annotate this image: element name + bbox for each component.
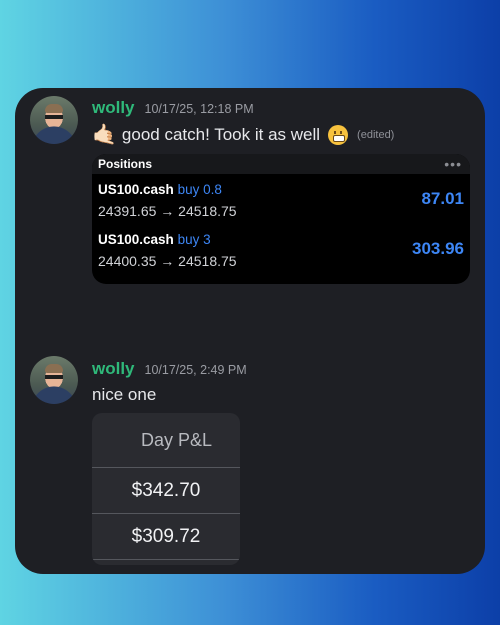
position-row: US100.cash buy 0.8 24391.65 → 24518.75 8… xyxy=(92,174,470,224)
avatar[interactable] xyxy=(30,96,78,144)
message-header: wolly 10/17/25, 12:18 PM xyxy=(92,98,254,118)
position-side: buy 0.8 xyxy=(177,182,222,197)
chat-card: wolly 10/17/25, 12:18 PM 🤙🏻 good catch! … xyxy=(15,88,485,574)
avatar[interactable] xyxy=(30,356,78,404)
message-text-line: nice one xyxy=(92,385,156,405)
position-pl: 87.01 xyxy=(421,189,464,208)
call-me-hand-emoji-icon: 🤙🏻 xyxy=(92,124,117,146)
day-pl-value: $342.70 xyxy=(92,468,240,514)
position-symbol: US100.cash buy 3 xyxy=(98,232,211,247)
position-row: US100.cash buy 3 24400.35 → 24518.75 303… xyxy=(92,224,470,274)
position-symbol: US100.cash buy 0.8 xyxy=(98,182,222,197)
timestamp: 10/17/25, 12:18 PM xyxy=(144,102,254,116)
positions-header: Positions ••• xyxy=(92,154,470,174)
positions-title: Positions xyxy=(98,157,153,171)
position-side: buy 3 xyxy=(177,232,211,247)
timestamp: 10/17/25, 2:49 PM xyxy=(144,363,247,377)
username[interactable]: wolly xyxy=(92,98,135,118)
positions-screenshot[interactable]: Positions ••• US100.cash buy 0.8 24391.6… xyxy=(92,154,470,284)
username[interactable]: wolly xyxy=(92,359,135,379)
day-pl-screenshot[interactable]: Day P&L $342.70 $309.72 xyxy=(92,413,240,565)
day-pl-value: $309.72 xyxy=(92,514,240,560)
day-pl-header: Day P&L xyxy=(92,413,240,468)
more-dots-icon: ••• xyxy=(444,156,462,172)
position-pl: 303.96 xyxy=(412,239,464,258)
message-text: nice one xyxy=(92,385,157,404)
message-header: wolly 10/17/25, 2:49 PM xyxy=(92,359,247,379)
message-text: good catch! Took it as well xyxy=(121,124,321,144)
message-text-line: 🤙🏻 good catch! Took it as well (edited) xyxy=(92,122,394,147)
grimacing-face-emoji-icon xyxy=(328,124,349,145)
edited-label: (edited) xyxy=(357,128,395,141)
position-prices: 24400.35 → 24518.75 xyxy=(98,253,237,269)
position-prices: 24391.65 → 24518.75 xyxy=(98,203,237,219)
